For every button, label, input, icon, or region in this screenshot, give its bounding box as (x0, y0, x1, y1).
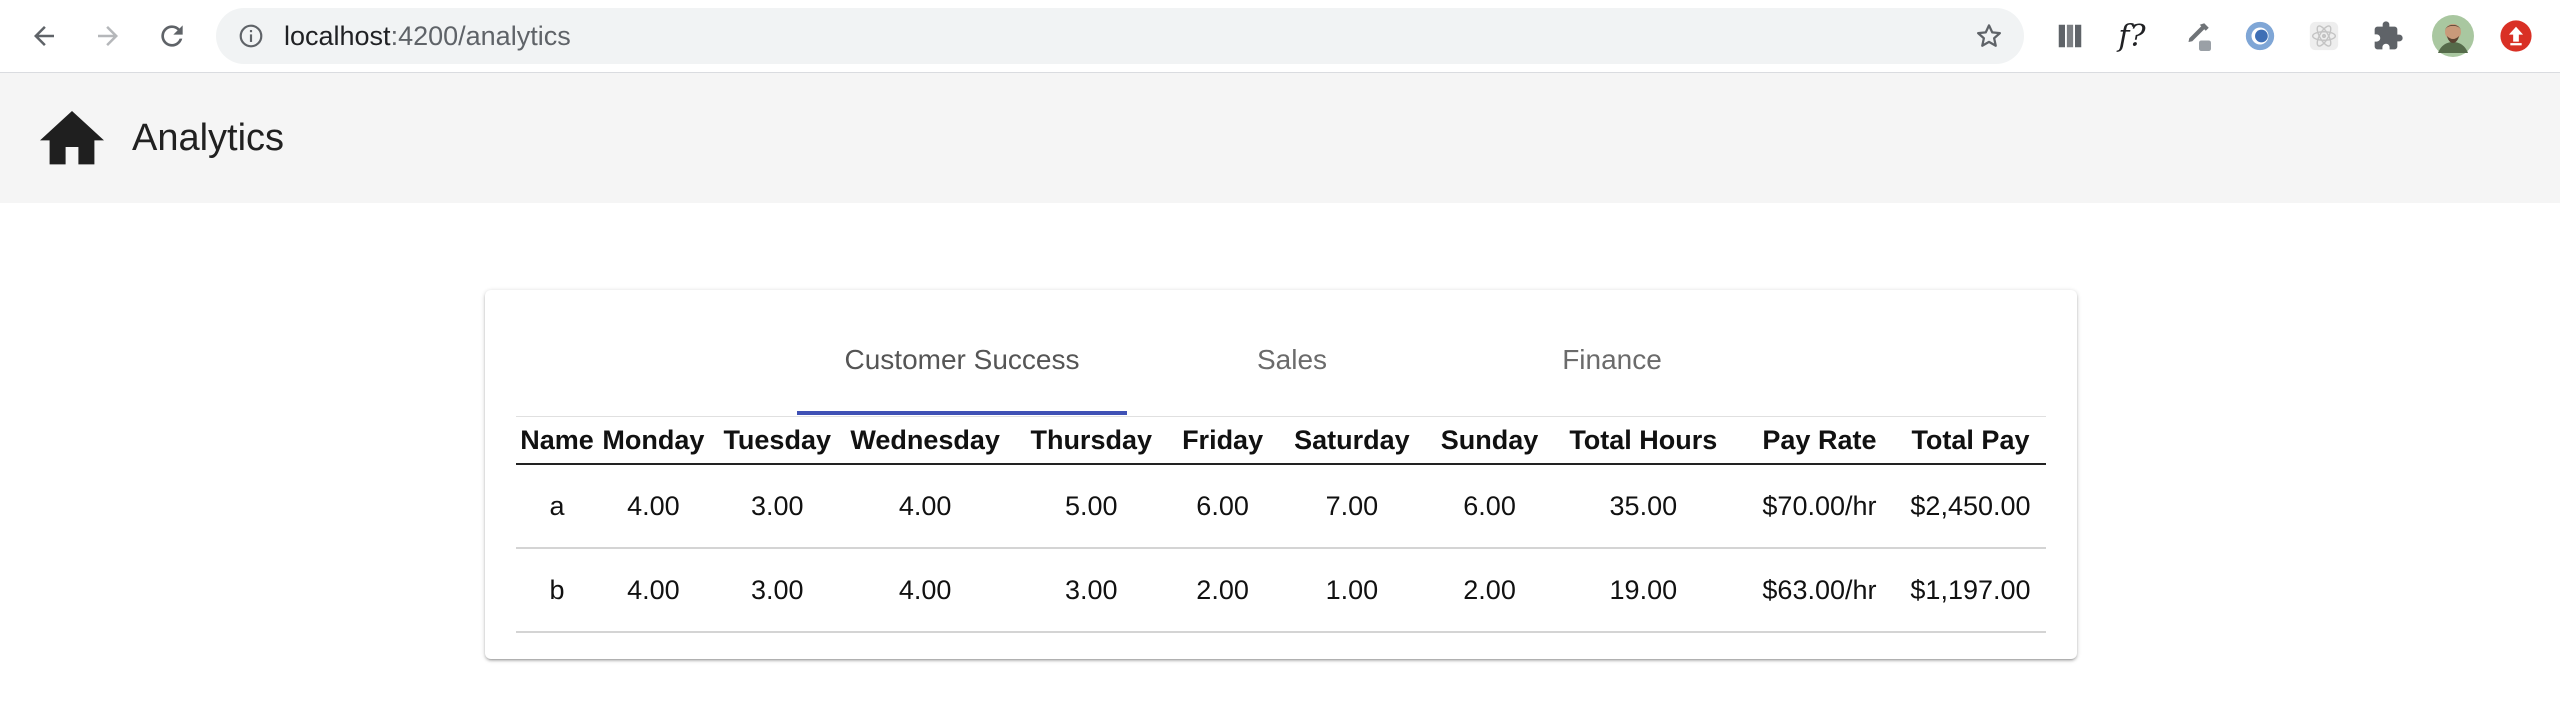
tab-sales[interactable]: Sales (1127, 344, 1457, 418)
column-header[interactable]: Thursday (1004, 417, 1178, 465)
books-icon[interactable] (2052, 18, 2088, 54)
analytics-card: Customer Success Sales Finance Name Mond… (485, 290, 2077, 659)
url-path: :4200/analytics (390, 21, 571, 51)
table-cell: 6.00 (1436, 464, 1543, 549)
back-button[interactable] (24, 16, 64, 56)
table-cell: 6.00 (1177, 464, 1268, 549)
info-icon (239, 24, 263, 48)
table-cell: 3.00 (708, 464, 846, 549)
column-header[interactable]: Wednesday (845, 417, 1005, 465)
tab-label: Customer Success (844, 344, 1080, 375)
arrow-right-icon (98, 26, 118, 46)
table-cell: 5.00 (1004, 464, 1178, 549)
table-cell: 1.00 (1267, 548, 1437, 633)
column-header[interactable]: Total Pay (1894, 417, 2046, 465)
table-cell: 2.00 (1436, 548, 1543, 633)
avatar[interactable] (2432, 15, 2474, 57)
forward-button[interactable] (88, 16, 128, 56)
table-cell: 19.00 (1542, 548, 1744, 633)
table-cell: 4.00 (598, 464, 709, 549)
table-cell: b (516, 548, 599, 633)
column-header[interactable]: Friday (1177, 417, 1268, 465)
tab-label: Finance (1562, 344, 1662, 375)
tab-label: Sales (1256, 344, 1328, 375)
table-cell: 4.00 (845, 548, 1005, 633)
tab-finance[interactable]: Finance (1447, 344, 1777, 418)
home-icon[interactable] (40, 111, 104, 167)
bookmark-star-icon[interactable] (1974, 21, 2004, 51)
column-header[interactable]: Saturday (1267, 417, 1437, 465)
hours-table: Name Monday Tuesday Wednesday Thursday F… (516, 417, 2046, 633)
table-cell: 35.00 (1542, 464, 1744, 549)
table-cell: 4.00 (845, 464, 1005, 549)
puzzle-icon[interactable] (2370, 18, 2406, 54)
fx-icon[interactable]: f? (2114, 18, 2150, 54)
table-cell: $2,450.00 (1894, 464, 2046, 549)
table-cell: 2.00 (1177, 548, 1268, 633)
table-row: b 4.00 3.00 4.00 3.00 2.00 1.00 2.00 19.… (516, 548, 2046, 633)
table-cell: 3.00 (1004, 548, 1178, 633)
column-header[interactable]: Pay Rate (1743, 417, 1895, 465)
active-tab-indicator (797, 411, 1127, 415)
table-cell: 3.00 (708, 548, 846, 633)
table-cell: a (516, 464, 599, 549)
table-cell: 7.00 (1267, 464, 1437, 549)
app-toolbar (0, 73, 2560, 203)
table-cell: $70.00/hr (1743, 464, 1895, 549)
table-cell: $1,197.00 (1894, 548, 2046, 633)
column-header[interactable]: Sunday (1436, 417, 1543, 465)
upload-icon[interactable] (2498, 18, 2534, 54)
reload-icon (161, 25, 183, 47)
tab-customer-success[interactable]: Customer Success (797, 344, 1127, 418)
arrow-left-icon (34, 26, 54, 46)
address-bar[interactable]: localhost:4200/analytics (216, 8, 2024, 64)
table-cell: $63.00/hr (1743, 548, 1895, 633)
page-title: Analytics (132, 117, 285, 159)
column-header[interactable]: Total Hours (1542, 417, 1744, 465)
reload-button[interactable] (152, 16, 192, 56)
eyedropper-icon[interactable] (2178, 18, 2214, 54)
table-cell: 4.00 (598, 548, 709, 633)
url-text: localhost:4200/analytics (284, 22, 571, 50)
column-header[interactable]: Tuesday (708, 417, 846, 465)
circle-extension-icon[interactable] (2242, 18, 2278, 54)
column-header[interactable]: Monday (598, 417, 709, 465)
table-row: a 4.00 3.00 4.00 5.00 6.00 7.00 6.00 35.… (516, 464, 2046, 549)
department-tabs: Customer Success Sales Finance (485, 290, 2077, 418)
column-header[interactable]: Name (516, 417, 599, 465)
table-header-row: Name Monday Tuesday Wednesday Thursday F… (516, 417, 2046, 465)
react-icon[interactable] (2306, 18, 2342, 54)
url-host: localhost (284, 21, 391, 51)
browser-chrome: localhost:4200/analytics f? (0, 0, 2560, 73)
